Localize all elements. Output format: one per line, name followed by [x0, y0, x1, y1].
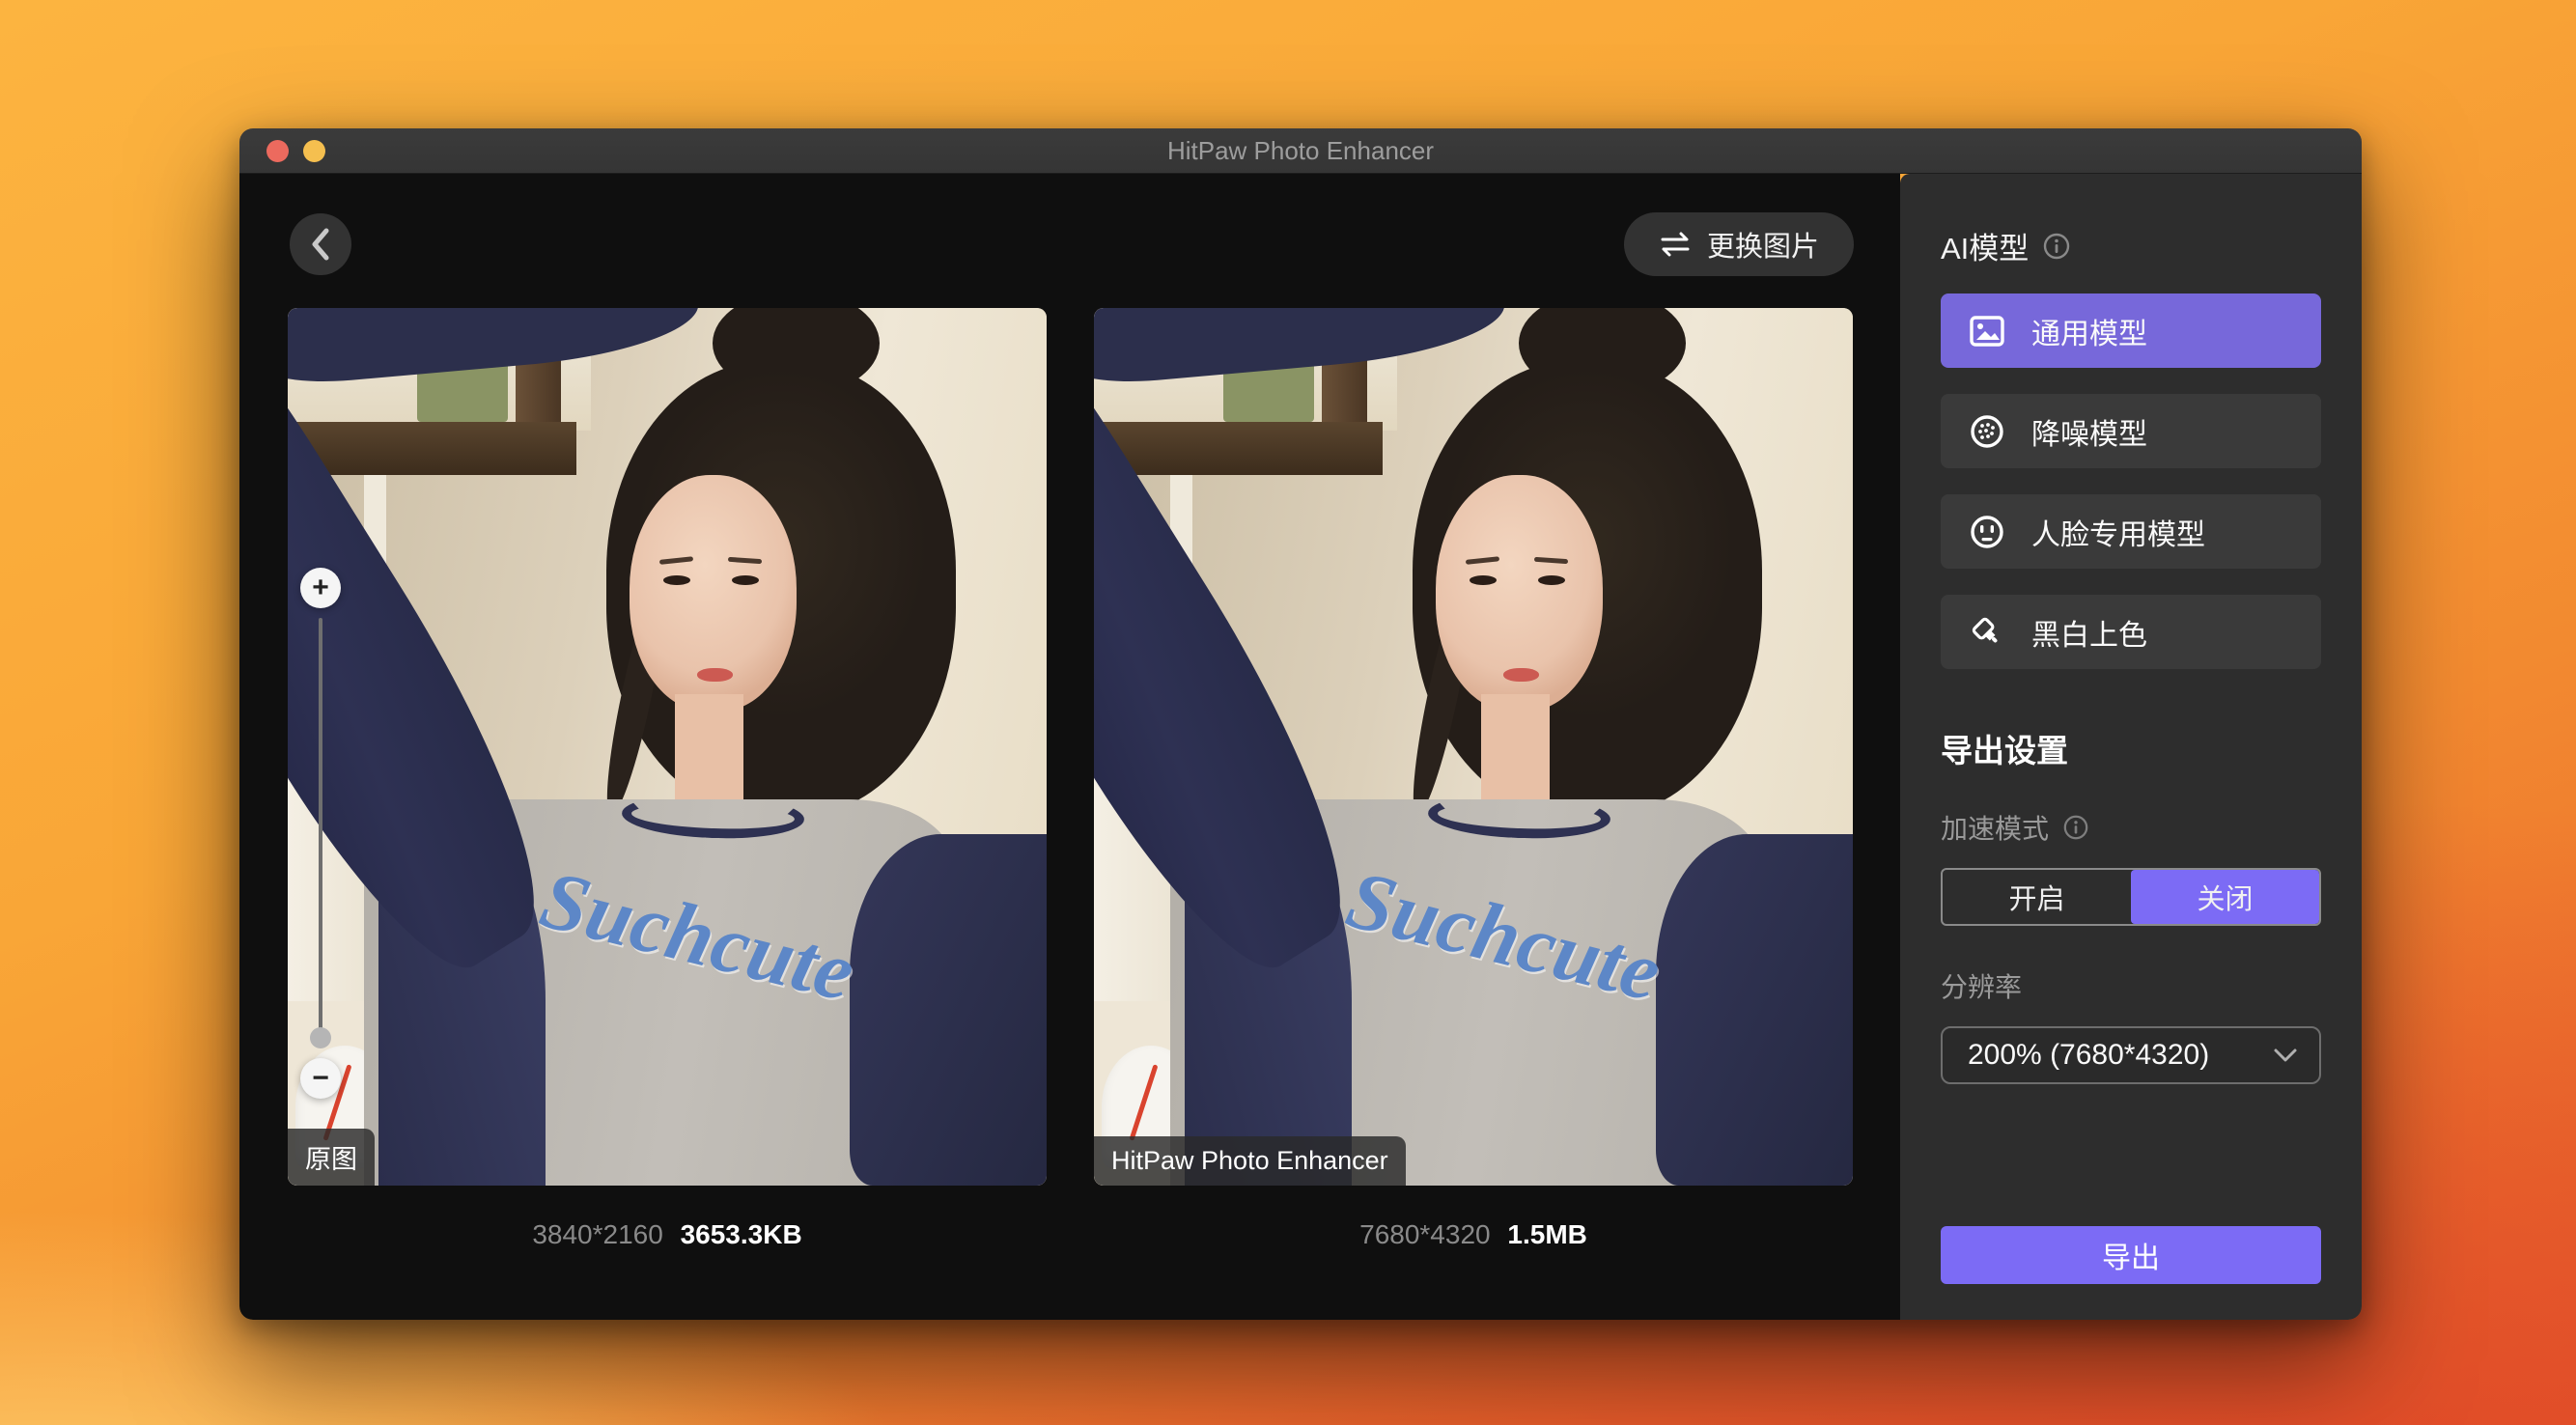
- zoom-in-button[interactable]: +: [300, 568, 341, 608]
- chevron-down-icon: [2273, 1048, 2298, 1063]
- zoom-slider-track[interactable]: [319, 618, 322, 1047]
- chevron-left-icon: [306, 225, 335, 264]
- enhanced-badge: HitPaw Photo Enhancer: [1094, 1136, 1406, 1186]
- close-window-button[interactable]: [266, 140, 289, 162]
- zoom-control: + −: [300, 568, 341, 1099]
- acceleration-row: 加速模式: [1941, 808, 2321, 847]
- acceleration-on-option[interactable]: 开启: [1943, 870, 2131, 924]
- acceleration-off-option[interactable]: 关闭: [2131, 870, 2319, 924]
- viewer-area: 更换图片: [239, 174, 1900, 1320]
- resolution-label: 分辨率: [1941, 966, 2321, 1005]
- acceleration-label: 加速模式: [1941, 808, 2049, 847]
- paintbrush-icon: [1968, 613, 2006, 652]
- model-label: 黑白上色: [2031, 611, 2147, 654]
- model-button-colorize[interactable]: 黑白上色: [1941, 595, 2321, 669]
- original-photo: Suchcute: [288, 308, 1047, 1186]
- zoom-slider-thumb[interactable]: [310, 1027, 331, 1048]
- info-icon[interactable]: [2062, 814, 2089, 841]
- model-label: 人脸专用模型: [2031, 511, 2205, 553]
- back-button[interactable]: [290, 213, 351, 275]
- model-label: 降噪模型: [2031, 410, 2147, 453]
- noise-icon: [1968, 412, 2006, 451]
- face-icon: [1968, 513, 2006, 551]
- model-button-denoise[interactable]: 降噪模型: [1941, 394, 2321, 468]
- desktop-wallpaper: HitPaw Photo Enhancer: [0, 0, 2576, 1425]
- zoom-out-button[interactable]: −: [300, 1058, 341, 1099]
- change-image-button[interactable]: 更换图片: [1624, 212, 1854, 276]
- enhanced-image-panel[interactable]: Suchcute HitPaw Photo Enhancer: [1094, 308, 1853, 1186]
- enhanced-resolution: 7680*4320: [1359, 1219, 1490, 1249]
- info-icon[interactable]: [2042, 232, 2071, 261]
- original-badge: 原图: [288, 1129, 375, 1186]
- traffic-lights: [266, 128, 325, 173]
- change-image-label: 更换图片: [1707, 224, 1819, 265]
- original-image-panel[interactable]: Suchcute 原图: [288, 308, 1047, 1186]
- export-button[interactable]: 导出: [1941, 1226, 2321, 1284]
- swap-icon: [1659, 230, 1692, 259]
- resolution-value: 200% (7680*4320): [1968, 1039, 2209, 1072]
- image-icon: [1968, 312, 2006, 350]
- app-window: HitPaw Photo Enhancer: [239, 128, 2362, 1320]
- original-resolution: 3840*2160: [532, 1219, 662, 1249]
- ai-model-heading: AI模型: [1941, 224, 2029, 267]
- settings-sidebar: AI模型 通用模型 降噪模型: [1900, 174, 2362, 1320]
- model-button-general[interactable]: 通用模型: [1941, 293, 2321, 368]
- enhanced-photo: Suchcute: [1094, 308, 1853, 1186]
- enhanced-filesize: 1.5MB: [1507, 1219, 1586, 1249]
- resolution-dropdown[interactable]: 200% (7680*4320): [1941, 1026, 2321, 1084]
- export-settings-heading: 导出设置: [1941, 725, 2321, 771]
- acceleration-toggle: 开启 关闭: [1941, 868, 2321, 926]
- window-title: HitPaw Photo Enhancer: [1167, 136, 1434, 166]
- titlebar: HitPaw Photo Enhancer: [239, 128, 2362, 174]
- original-filesize: 3653.3KB: [681, 1219, 802, 1249]
- ai-model-heading-row: AI模型: [1941, 224, 2321, 267]
- model-label: 通用模型: [2031, 310, 2147, 352]
- enhanced-stats: 7680*4320 1.5MB: [1094, 1219, 1853, 1250]
- minimize-window-button[interactable]: [303, 140, 325, 162]
- model-button-face[interactable]: 人脸专用模型: [1941, 494, 2321, 569]
- original-stats: 3840*2160 3653.3KB: [288, 1219, 1047, 1250]
